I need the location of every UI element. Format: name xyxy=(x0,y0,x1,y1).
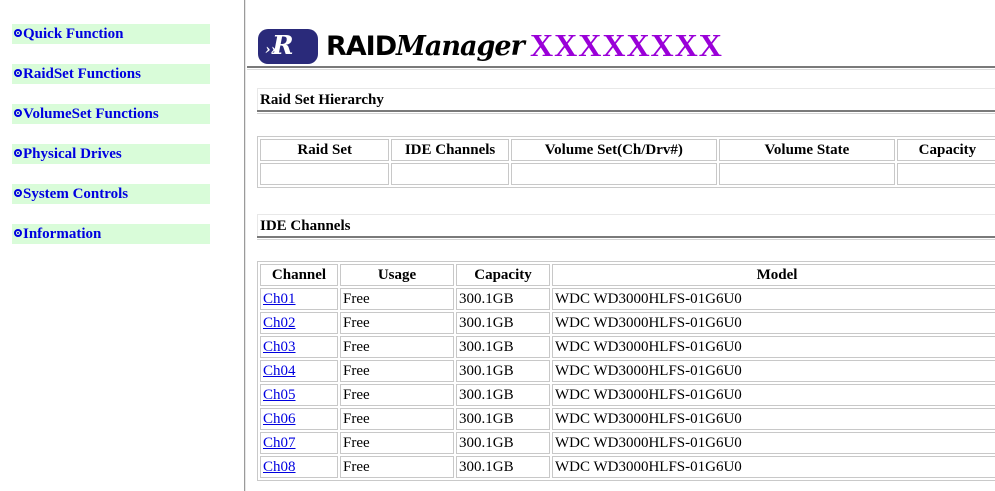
table-cell xyxy=(260,163,390,185)
capacity-cell: 300.1GB xyxy=(456,432,550,454)
ide-channels-section: IDE Channels xyxy=(257,214,995,240)
channel-link[interactable]: Ch01 xyxy=(263,291,296,307)
table-cell xyxy=(510,163,717,185)
column-header: Capacity xyxy=(896,139,995,161)
channel-cell: Ch03 xyxy=(260,336,338,358)
table-row: Ch03 Free 300.1GB WDC WD3000HLFS-01G6U0 xyxy=(260,336,995,358)
usage-cell: Free xyxy=(340,336,454,358)
channel-cell: Ch02 xyxy=(260,312,338,334)
nav-volumeset-functions[interactable]: VolumeSet Functions xyxy=(12,104,210,124)
usage-cell: Free xyxy=(340,384,454,406)
capacity-cell: 300.1GB xyxy=(456,408,550,430)
column-header: Usage xyxy=(340,264,454,286)
logo-raid-text: RAID xyxy=(326,31,397,62)
column-header: Capacity xyxy=(456,264,550,286)
nav-label: VolumeSet Functions xyxy=(23,106,159,122)
column-header: IDE Channels xyxy=(391,139,509,161)
nav-physical-drives[interactable]: Physical Drives xyxy=(12,144,210,164)
table-row: Ch05 Free 300.1GB WDC WD3000HLFS-01G6U0 xyxy=(260,384,995,406)
section-title: IDE Channels xyxy=(257,214,995,236)
nav-information[interactable]: Information xyxy=(12,224,210,244)
channel-link[interactable]: Ch03 xyxy=(263,339,296,355)
channel-cell: Ch07 xyxy=(260,432,338,454)
channel-cell: Ch04 xyxy=(260,360,338,382)
column-header: Raid Set xyxy=(260,139,390,161)
model-cell: WDC WD3000HLFS-01G6U0 xyxy=(552,408,995,430)
table-header-row: Raid Set IDE Channels Volume Set(Ch/Drv#… xyxy=(260,139,995,161)
model-cell: WDC WD3000HLFS-01G6U0 xyxy=(552,360,995,382)
nav-label: Physical Drives xyxy=(23,146,122,162)
nav-label: RaidSet Functions xyxy=(23,66,141,82)
capacity-cell: 300.1GB xyxy=(456,456,550,478)
channel-link[interactable]: Ch04 xyxy=(263,363,296,379)
column-header: Volume State xyxy=(718,139,895,161)
table-header-row: Channel Usage Capacity Model xyxy=(260,264,995,286)
table-row: Ch01 Free 300.1GB WDC WD3000HLFS-01G6U0 xyxy=(260,288,995,310)
ide-channels-table: Channel Usage Capacity Model Ch01 Free 3… xyxy=(257,261,995,481)
table-cell xyxy=(391,163,509,185)
page-title: XXXXXXXX xyxy=(530,27,723,63)
column-header: Model xyxy=(552,264,995,286)
table-cell xyxy=(896,163,995,185)
usage-cell: Free xyxy=(340,288,454,310)
model-cell: WDC WD3000HLFS-01G6U0 xyxy=(552,336,995,358)
table-row: Ch08 Free 300.1GB WDC WD3000HLFS-01G6U0 xyxy=(260,456,995,478)
table-row: Ch07 Free 300.1GB WDC WD3000HLFS-01G6U0 xyxy=(260,432,995,454)
section-title: Raid Set Hierarchy xyxy=(257,88,995,110)
logo-badge-text: R ›› xyxy=(265,31,294,61)
usage-cell: Free xyxy=(340,360,454,382)
raid-set-table: Raid Set IDE Channels Volume Set(Ch/Drv#… xyxy=(257,136,995,188)
section-divider xyxy=(257,236,995,240)
usage-cell: Free xyxy=(340,408,454,430)
channel-cell: Ch06 xyxy=(260,408,338,430)
capacity-cell: 300.1GB xyxy=(456,288,550,310)
nav-quick-function[interactable]: Quick Function xyxy=(12,24,210,44)
capacity-cell: 300.1GB xyxy=(456,312,550,334)
nav-label: System Controls xyxy=(23,186,129,202)
bullet-icon xyxy=(14,189,22,197)
raid-set-hierarchy-section: Raid Set Hierarchy xyxy=(257,88,995,114)
capacity-cell: 300.1GB xyxy=(456,336,550,358)
channel-link[interactable]: Ch05 xyxy=(263,387,296,403)
table-row: Ch04 Free 300.1GB WDC WD3000HLFS-01G6U0 xyxy=(260,360,995,382)
channel-link[interactable]: Ch06 xyxy=(263,411,296,427)
nav-label: Quick Function xyxy=(23,26,124,42)
channel-link[interactable]: Ch02 xyxy=(263,315,296,331)
header-divider xyxy=(247,66,995,70)
frame-divider[interactable] xyxy=(244,0,246,491)
channel-cell: Ch01 xyxy=(260,288,338,310)
bullet-icon xyxy=(14,29,22,37)
model-cell: WDC WD3000HLFS-01G6U0 xyxy=(552,456,995,478)
capacity-cell: 300.1GB xyxy=(456,384,550,406)
bullet-icon xyxy=(14,69,22,77)
nav-label: Information xyxy=(23,226,102,242)
column-header: Channel xyxy=(260,264,338,286)
channel-cell: Ch05 xyxy=(260,384,338,406)
table-row: Ch06 Free 300.1GB WDC WD3000HLFS-01G6U0 xyxy=(260,408,995,430)
bullet-icon xyxy=(14,229,22,237)
table-cell xyxy=(718,163,895,185)
main-frame: R ›› RAID Manager XXXXXXXX Raid Set Hiera… xyxy=(247,0,995,491)
channel-link[interactable]: Ch08 xyxy=(263,459,296,475)
capacity-cell: 300.1GB xyxy=(456,360,550,382)
navigation-frame: Quick Function RaidSet Functions VolumeS… xyxy=(0,0,244,491)
logo-badge: R ›› xyxy=(258,29,318,64)
usage-cell: Free xyxy=(340,312,454,334)
table-row xyxy=(260,163,995,185)
usage-cell: Free xyxy=(340,432,454,454)
logo-manager-text: Manager xyxy=(396,31,525,62)
channel-cell: Ch08 xyxy=(260,456,338,478)
model-cell: WDC WD3000HLFS-01G6U0 xyxy=(552,288,995,310)
usage-cell: Free xyxy=(340,456,454,478)
model-cell: WDC WD3000HLFS-01G6U0 xyxy=(552,384,995,406)
column-header: Volume Set(Ch/Drv#) xyxy=(510,139,717,161)
nav-raidset-functions[interactable]: RaidSet Functions xyxy=(12,64,210,84)
table-row: Ch02 Free 300.1GB WDC WD3000HLFS-01G6U0 xyxy=(260,312,995,334)
channel-link[interactable]: Ch07 xyxy=(263,435,296,451)
nav-system-controls[interactable]: System Controls xyxy=(12,184,210,204)
bullet-icon xyxy=(14,109,22,117)
model-cell: WDC WD3000HLFS-01G6U0 xyxy=(552,312,995,334)
model-cell: WDC WD3000HLFS-01G6U0 xyxy=(552,432,995,454)
bullet-icon xyxy=(14,149,22,157)
